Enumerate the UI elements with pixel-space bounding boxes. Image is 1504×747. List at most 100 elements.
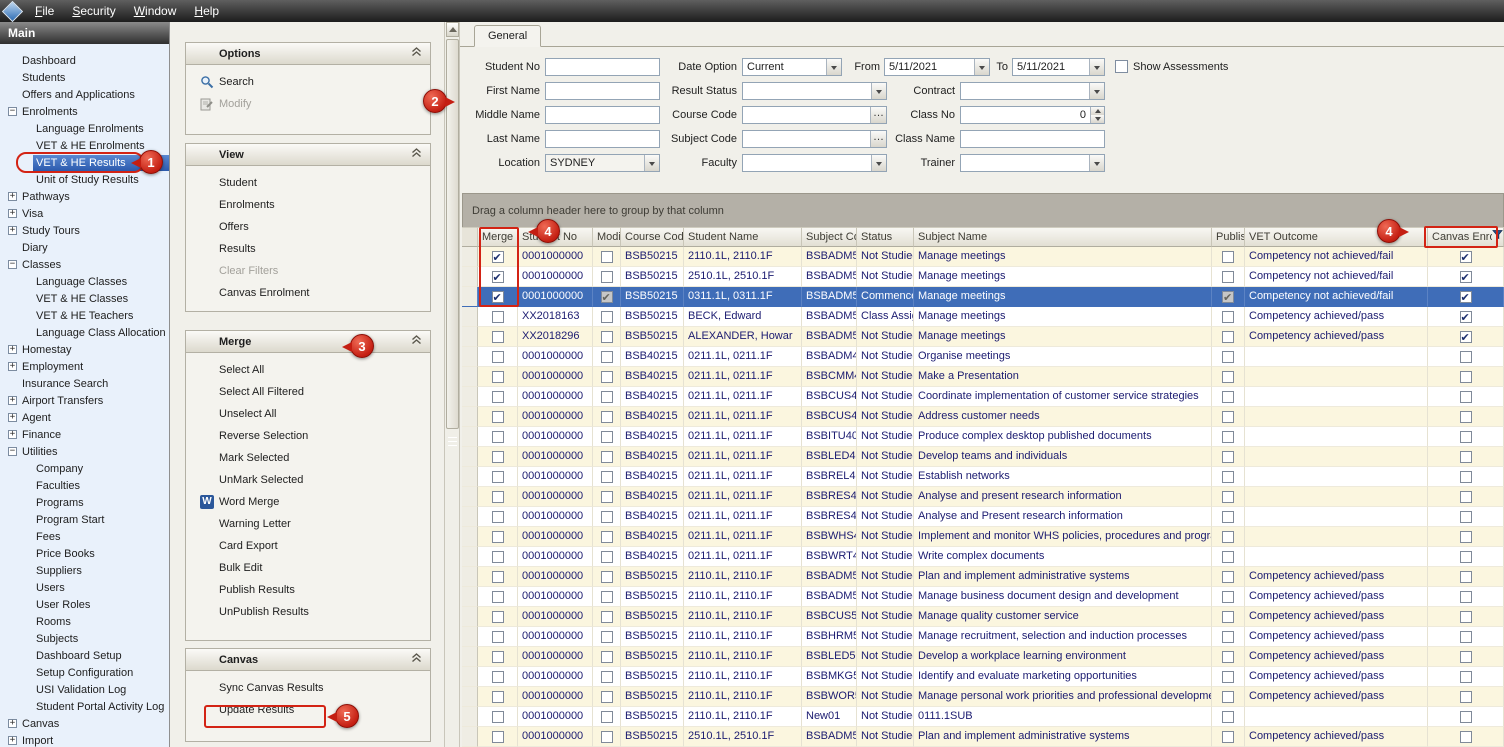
cell-mod[interactable] — [593, 367, 621, 387]
merge-checkbox[interactable] — [492, 511, 504, 523]
pub-checkbox[interactable] — [1222, 491, 1234, 503]
merge-checkbox[interactable] — [492, 611, 504, 623]
cell-merge[interactable] — [478, 607, 518, 627]
column-header-pub[interactable]: Publish — [1212, 227, 1245, 247]
sidebar-item-language-classes[interactable]: Language Classes — [0, 273, 169, 290]
grid-row[interactable]: 0001000000BSB502152110.1L, 2110.1FBSBADM… — [462, 247, 1504, 267]
action-search[interactable]: Search — [186, 71, 430, 93]
pub-checkbox[interactable] — [1222, 251, 1234, 263]
cell-pub[interactable] — [1212, 567, 1245, 587]
expand-node-icon[interactable]: + — [8, 396, 17, 405]
sidebar-item-language-enrolments[interactable]: Language Enrolments — [0, 120, 169, 137]
action-unpublish-results[interactable]: UnPublish Results — [186, 601, 430, 623]
mod-checkbox[interactable] — [601, 431, 613, 443]
tab-general[interactable]: General — [474, 25, 541, 47]
canvas-checkbox[interactable] — [1460, 471, 1472, 483]
pub-checkbox[interactable] — [1222, 371, 1234, 383]
sidebar-item-student-portal-activity-log[interactable]: Student Portal Activity Log — [0, 698, 169, 715]
cell-mod[interactable] — [593, 467, 621, 487]
cell-merge[interactable] — [478, 507, 518, 527]
expand-node-icon[interactable]: + — [8, 430, 17, 439]
collapse-node-icon[interactable]: − — [8, 447, 17, 456]
column-header-sname[interactable]: Subject Name — [914, 227, 1212, 247]
cell-merge[interactable] — [478, 327, 518, 347]
grid-row[interactable]: 0001000000BSB502152110.1L, 2110.1FBSBMKG… — [462, 667, 1504, 687]
action-select-all-filtered[interactable]: Select All Filtered — [186, 381, 430, 403]
sidebar-item-fees[interactable]: Fees — [0, 528, 169, 545]
merge-checkbox[interactable] — [492, 371, 504, 383]
cell-canvas[interactable] — [1428, 707, 1504, 727]
action-offers[interactable]: Offers — [186, 216, 430, 238]
chevron-down-icon[interactable] — [826, 59, 841, 75]
sidebar-item-dashboard[interactable]: Dashboard — [0, 52, 169, 69]
mod-checkbox[interactable] — [601, 551, 613, 563]
cell-pub[interactable] — [1212, 427, 1245, 447]
grid-row[interactable]: XX2018163BSB50215BECK, EdwardBSBADM502Cl… — [462, 307, 1504, 327]
mod-checkbox[interactable] — [601, 651, 613, 663]
mod-checkbox[interactable] — [601, 351, 613, 363]
cell-canvas[interactable] — [1428, 247, 1504, 267]
cell-merge[interactable] — [478, 627, 518, 647]
menu-help[interactable]: Help — [185, 4, 228, 18]
sidebar-item-subjects[interactable]: Subjects — [0, 630, 169, 647]
canvas-checkbox[interactable] — [1460, 411, 1472, 423]
action-unmark-selected[interactable]: UnMark Selected — [186, 469, 430, 491]
cell-merge[interactable] — [478, 467, 518, 487]
cell-pub[interactable] — [1212, 527, 1245, 547]
merge-checkbox[interactable] — [492, 271, 504, 283]
sidebar-item-faculties[interactable]: Faculties — [0, 477, 169, 494]
cell-canvas[interactable] — [1428, 427, 1504, 447]
cell-pub[interactable] — [1212, 467, 1245, 487]
pub-checkbox[interactable] — [1222, 391, 1234, 403]
collapse-chevron-icon[interactable] — [411, 148, 422, 161]
grid-row[interactable]: 0001000000BSB402150211.1L, 0211.1FBSBITU… — [462, 427, 1504, 447]
action-word-merge[interactable]: WWord Merge — [186, 491, 430, 513]
cell-mod[interactable] — [593, 487, 621, 507]
cell-mod[interactable] — [593, 587, 621, 607]
cell-merge[interactable] — [478, 267, 518, 287]
cell-pub[interactable] — [1212, 507, 1245, 527]
canvas-checkbox[interactable] — [1460, 691, 1472, 703]
cell-merge[interactable] — [478, 567, 518, 587]
cell-merge[interactable] — [478, 367, 518, 387]
cell-pub[interactable] — [1212, 607, 1245, 627]
class-name-input[interactable] — [960, 130, 1105, 148]
canvas-checkbox[interactable] — [1460, 531, 1472, 543]
menu-security[interactable]: Security — [63, 4, 124, 18]
mod-checkbox[interactable] — [601, 471, 613, 483]
cell-pub[interactable] — [1212, 447, 1245, 467]
mod-checkbox[interactable] — [601, 371, 613, 383]
sidebar-item-price-books[interactable]: Price Books — [0, 545, 169, 562]
collapse-chevron-icon[interactable] — [411, 47, 422, 60]
cell-mod[interactable] — [593, 507, 621, 527]
sidebar-item-enrolments[interactable]: −Enrolments — [0, 103, 169, 120]
chevron-down-icon[interactable] — [1089, 59, 1104, 75]
cell-canvas[interactable] — [1428, 367, 1504, 387]
cell-pub[interactable] — [1212, 547, 1245, 567]
grid-row[interactable]: 0001000000BSB402150211.1L, 0211.1FBSBCMM… — [462, 367, 1504, 387]
pub-checkbox[interactable] — [1222, 651, 1234, 663]
mod-checkbox[interactable] — [601, 631, 613, 643]
action-mark-selected[interactable]: Mark Selected — [186, 447, 430, 469]
sidebar-item-employment[interactable]: +Employment — [0, 358, 169, 375]
canvas-checkbox[interactable] — [1460, 311, 1472, 323]
cell-canvas[interactable] — [1428, 727, 1504, 747]
column-header-status[interactable]: Status — [857, 227, 914, 247]
cell-merge[interactable] — [478, 387, 518, 407]
cell-canvas[interactable] — [1428, 347, 1504, 367]
cell-merge[interactable] — [478, 667, 518, 687]
cell-canvas[interactable] — [1428, 307, 1504, 327]
mod-checkbox[interactable] — [601, 251, 613, 263]
chevron-down-icon[interactable] — [1089, 155, 1104, 171]
chevron-down-icon[interactable] — [974, 59, 989, 75]
merge-checkbox[interactable] — [492, 431, 504, 443]
cell-canvas[interactable] — [1428, 567, 1504, 587]
action-canvas-enrolment[interactable]: Canvas Enrolment — [186, 282, 430, 304]
sidebar-item-agent[interactable]: +Agent — [0, 409, 169, 426]
mod-checkbox[interactable] — [601, 411, 613, 423]
splitter-grip[interactable] — [448, 434, 457, 448]
cell-canvas[interactable] — [1428, 647, 1504, 667]
canvas-checkbox[interactable] — [1460, 271, 1472, 283]
mod-checkbox[interactable] — [601, 711, 613, 723]
cell-mod[interactable] — [593, 307, 621, 327]
